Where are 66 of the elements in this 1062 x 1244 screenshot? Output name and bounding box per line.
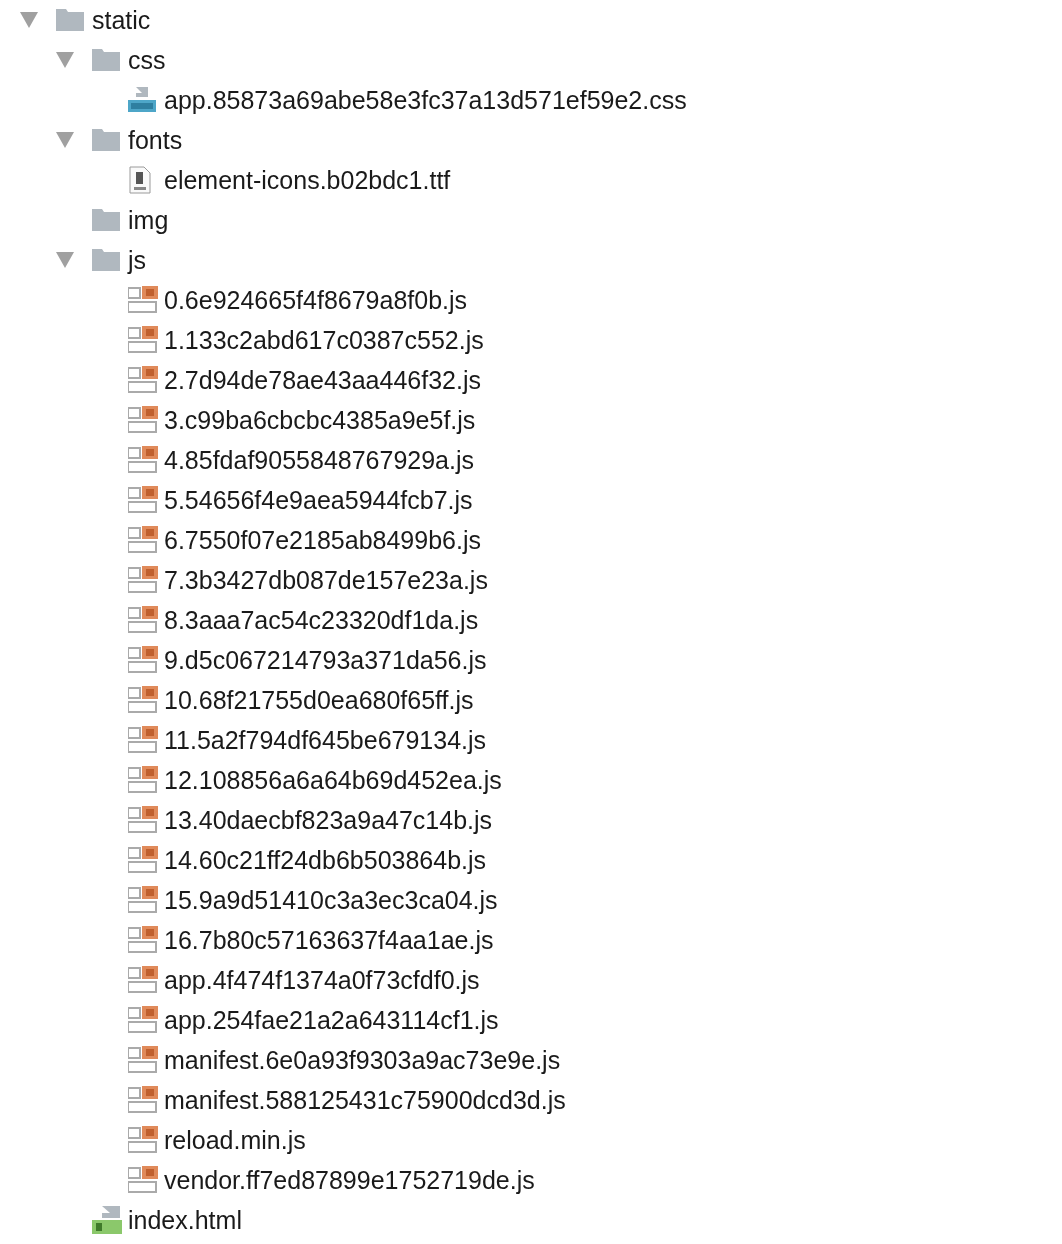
file-name[interactable]: 8.3aaa7ac54c23320df1da.js: [164, 607, 479, 633]
file-name[interactable]: 4.85fdaf9055848767929a.js: [164, 447, 474, 473]
css-file-icon: [128, 87, 156, 113]
js-file-icon: [128, 446, 158, 474]
file-name[interactable]: 5.54656f4e9aea5944fcb7.js: [164, 487, 473, 513]
file-name[interactable]: app.4f474f1374a0f73cfdf0.js: [164, 967, 480, 993]
expand-arrow-icon[interactable]: [56, 52, 74, 68]
file-name[interactable]: app.254fae21a2a643114cf1.js: [164, 1007, 499, 1033]
file-name[interactable]: manifest.588125431c75900dcd3d.js: [164, 1087, 566, 1113]
js-file-icon: [128, 606, 158, 634]
js-file-icon: [128, 1126, 158, 1154]
js-file-icon: [128, 726, 158, 754]
file-name[interactable]: 10.68f21755d0ea680f65ff.js: [164, 687, 474, 713]
font-file-icon: [128, 166, 152, 194]
js-file-icon: [128, 806, 158, 834]
file-name[interactable]: 1.133c2abd617c0387c552.js: [164, 327, 484, 353]
folder-name[interactable]: js: [128, 247, 147, 273]
file-name[interactable]: 9.d5c067214793a371da56.js: [164, 647, 487, 673]
folder-name[interactable]: fonts: [128, 127, 183, 153]
file-name[interactable]: element-icons.b02bdc1.ttf: [164, 167, 451, 193]
file-name[interactable]: 0.6e924665f4f8679a8f0b.js: [164, 287, 468, 313]
js-file-icon: [128, 1166, 158, 1194]
html-file-icon: [92, 1206, 122, 1234]
js-file-icon: [128, 486, 158, 514]
file-name[interactable]: 2.7d94de78ae43aa446f32.js: [164, 367, 481, 393]
js-file-icon: [128, 526, 158, 554]
file-name[interactable]: 16.7b80c57163637f4aa1ae.js: [164, 927, 494, 953]
js-file-icon: [128, 966, 158, 994]
folder-icon: [92, 249, 120, 271]
js-file-icon: [128, 326, 158, 354]
folder-name[interactable]: img: [128, 207, 169, 233]
file-name[interactable]: 11.5a2f794df645be679134.js: [164, 727, 487, 753]
file-name[interactable]: 15.9a9d51410c3a3ec3ca04.js: [164, 887, 498, 913]
file-name[interactable]: reload.min.js: [164, 1127, 306, 1153]
file-name[interactable]: vendor.ff7ed87899e1752719de.js: [164, 1167, 535, 1193]
js-file-icon: [128, 846, 158, 874]
folder-icon: [92, 49, 120, 71]
file-name[interactable]: 3.c99ba6cbcbc4385a9e5f.js: [164, 407, 476, 433]
expand-arrow-icon[interactable]: [56, 132, 74, 148]
file-name[interactable]: 6.7550f07e2185ab8499b6.js: [164, 527, 481, 553]
file-name[interactable]: index.html: [128, 1207, 242, 1233]
file-name[interactable]: app.85873a69abe58e3fc37a13d571ef59e2.css: [164, 87, 687, 113]
js-file-icon: [128, 1006, 158, 1034]
expand-arrow-icon[interactable]: [56, 252, 74, 268]
file-name[interactable]: 14.60c21ff24db6b503864b.js: [164, 847, 487, 873]
js-file-icon: [128, 766, 158, 794]
js-file-icon: [128, 366, 158, 394]
js-file-icon: [128, 1086, 158, 1114]
js-file-icon: [128, 406, 158, 434]
file-name[interactable]: manifest.6e0a93f9303a9ac73e9e.js: [164, 1047, 561, 1073]
js-file-icon: [128, 1046, 158, 1074]
js-file-icon: [128, 286, 158, 314]
expand-arrow-icon[interactable]: [20, 12, 38, 28]
folder-name[interactable]: static: [92, 7, 151, 33]
folder-name[interactable]: css: [128, 47, 166, 73]
folder-icon: [92, 209, 120, 231]
file-name[interactable]: 13.40daecbf823a9a47c14b.js: [164, 807, 493, 833]
js-file-icon: [128, 646, 158, 674]
js-file-icon: [128, 886, 158, 914]
js-file-icon: [128, 566, 158, 594]
file-name[interactable]: 7.3b3427db087de157e23a.js: [164, 567, 488, 593]
file-name[interactable]: 12.108856a6a64b69d452ea.js: [164, 767, 502, 793]
js-file-icon: [128, 926, 158, 954]
js-file-icon: [128, 686, 158, 714]
folder-icon: [56, 9, 84, 31]
folder-icon: [92, 129, 120, 151]
